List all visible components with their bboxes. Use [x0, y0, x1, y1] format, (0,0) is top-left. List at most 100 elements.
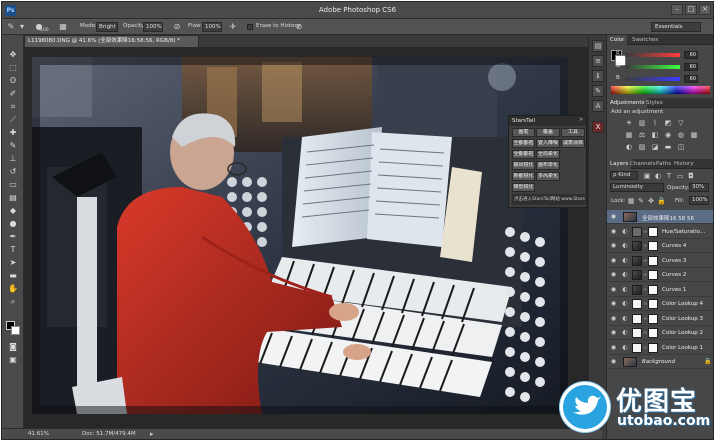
gradient-tool-icon[interactable]: ▤	[8, 193, 18, 203]
exposure-icon[interactable]: ◩	[664, 119, 672, 127]
quick-mask-icon[interactable]: ◙	[8, 342, 18, 352]
hand-tool-icon[interactable]: ✋	[8, 284, 18, 294]
plugin-collapse-button[interactable]: »	[579, 116, 583, 123]
layer-mask-thumbnail[interactable]	[648, 270, 658, 280]
color-balance-icon[interactable]: ⚖	[638, 131, 646, 139]
layer-row[interactable]: ◉ 全部效果降16 58 56	[607, 210, 713, 224]
layer-mask-thumbnail[interactable]	[648, 226, 658, 237]
flow-input[interactable]: 100%	[202, 22, 222, 32]
layer-link-chain-icon[interactable]: ∞	[643, 228, 647, 236]
plugin-button-2-1[interactable]: 全都都拓	[512, 150, 535, 159]
info-panel-icon[interactable]: ℹ	[592, 70, 604, 82]
layer-visibility-eye-icon[interactable]: ◉	[610, 257, 617, 264]
layer-thumbnail[interactable]	[632, 342, 642, 353]
lock-transparent-icon[interactable]: ▦	[627, 197, 635, 205]
layer-row[interactable]: ◉ Background 🔒	[607, 355, 713, 369]
layer-visibility-eye-icon[interactable]: ◉	[610, 300, 617, 307]
type-tool-icon[interactable]: T	[8, 245, 18, 255]
layer-visibility-eye-icon[interactable]: ◉	[610, 344, 617, 351]
posterize-icon[interactable]: ▨	[638, 143, 646, 151]
layer-visibility-eye-icon[interactable]: ◉	[610, 228, 617, 235]
black-white-icon[interactable]: ◧	[651, 131, 659, 139]
hue-saturation-icon[interactable]: ▦	[625, 131, 633, 139]
filter-adjustment-icon[interactable]: ◐	[654, 172, 662, 180]
plugin-button-4-1[interactable]: 新都锐化	[512, 172, 535, 181]
brightness-contrast-icon[interactable]: ☀	[625, 119, 633, 127]
lock-position-icon[interactable]: ✥	[647, 197, 655, 205]
path-selection-tool-icon[interactable]: ➤	[8, 258, 18, 268]
properties-panel-icon[interactable]: ≡	[592, 55, 604, 67]
layer-thumbnail[interactable]	[632, 241, 642, 251]
plugin-button-3-2[interactable]: 画布单化	[536, 161, 560, 170]
maximize-button[interactable]: □	[685, 4, 697, 15]
vibrance-icon[interactable]: ▽	[677, 119, 685, 127]
layer-mask-thumbnail[interactable]	[648, 313, 658, 324]
fill-input[interactable]: 100%	[689, 196, 709, 205]
layer-row[interactable]: ◉ ◐ ∞ Color Lookup 3	[607, 312, 713, 326]
pressure-opacity-icon[interactable]: ⊘	[172, 22, 182, 32]
layer-visibility-eye-icon[interactable]: ◉	[610, 213, 617, 220]
layer-mask-thumbnail[interactable]	[648, 284, 658, 295]
selective-color-icon[interactable]: ◫	[677, 143, 685, 151]
move-tool-icon[interactable]: ✥	[8, 50, 18, 60]
layer-row[interactable]: ◉ ◐ ∞ Curves 1	[607, 283, 713, 297]
tab-history[interactable]: History	[671, 159, 697, 169]
layer-link-chain-icon[interactable]: ∞	[643, 315, 647, 323]
plugin-button-3-1[interactable]: 输出锐化	[512, 161, 535, 170]
layer-link-chain-icon[interactable]: ∞	[643, 242, 647, 250]
erase-to-history-checkbox[interactable]	[247, 24, 253, 30]
layer-visibility-eye-icon[interactable]: ◉	[610, 358, 617, 365]
layer-thumbnail[interactable]	[632, 255, 642, 266]
lock-image-icon[interactable]: ✎	[637, 197, 645, 205]
plugin-button-1-2[interactable]: 暨入降噪	[536, 139, 560, 148]
layer-row[interactable]: ◉ ◐ ∞ Curves 2	[607, 268, 713, 282]
threshold-icon[interactable]: ◪	[651, 143, 659, 151]
layer-visibility-eye-icon[interactable]: ◉	[610, 271, 617, 278]
dodge-tool-icon[interactable]: ●	[8, 219, 18, 229]
layer-mask-thumbnail[interactable]	[648, 342, 658, 353]
blur-tool-icon[interactable]: ◆	[8, 206, 18, 216]
tab-adjustments[interactable]: Adjustments	[607, 98, 648, 108]
plugin-button-tools[interactable]: 工具	[561, 128, 585, 137]
brush-panel-toggle-icon[interactable]: ▦	[58, 22, 68, 32]
plugin-button-1-1[interactable]: 全都都拓	[512, 139, 535, 148]
layer-link-chain-icon[interactable]: ∞	[643, 300, 647, 308]
document-tab[interactable]: L1198080.DNG @ 41.6% (全部效果降16:58:56, RGB…	[24, 35, 199, 47]
blend-mode-select[interactable]: Luminosity	[610, 183, 664, 192]
healing-brush-tool-icon[interactable]: ✚	[8, 128, 18, 138]
layer-row[interactable]: ◉ ◐ ∞ Curves 3	[607, 254, 713, 268]
filter-pixel-icon[interactable]: ▣	[643, 172, 651, 180]
workspace-select[interactable]: Essentials	[651, 22, 701, 32]
plugin-button-brush[interactable]: 画笔	[512, 128, 535, 137]
layer-thumbnail[interactable]	[632, 313, 642, 324]
background-color-swatch[interactable]	[11, 326, 20, 335]
layer-row[interactable]: ◉ ◐ ∞ Curves 4	[607, 239, 713, 253]
opacity-input[interactable]: 100%	[143, 22, 163, 32]
layer-link-chain-icon[interactable]: ∞	[643, 257, 647, 265]
character-panel-icon[interactable]: A	[592, 100, 604, 112]
airbrush-icon[interactable]: ✈	[228, 22, 238, 32]
gradient-map-icon[interactable]: ▬	[664, 143, 672, 151]
canvas-area[interactable]	[24, 47, 602, 428]
filter-shape-icon[interactable]: ▭	[676, 172, 684, 180]
filter-type-icon[interactable]: T	[665, 172, 673, 180]
layer-row[interactable]: ◉ ◐ ∞ Color Lookup 2	[607, 326, 713, 340]
lasso-tool-icon[interactable]: ʘ	[8, 76, 18, 86]
lock-all-icon[interactable]: 🔒	[657, 197, 666, 205]
tab-color[interactable]: Color	[607, 35, 628, 45]
marquee-tool-icon[interactable]: ⬚	[8, 63, 18, 73]
layer-visibility-eye-icon[interactable]: ◉	[610, 286, 617, 293]
color-spectrum-bar[interactable]	[611, 86, 710, 94]
layer-row[interactable]: ◉ ◐ ∞ Color Lookup 4	[607, 297, 713, 311]
tab-styles[interactable]: Styles	[643, 98, 666, 108]
levels-icon[interactable]: ▥	[638, 119, 646, 127]
layer-mask-thumbnail[interactable]	[648, 299, 658, 309]
layer-mask-thumbnail[interactable]	[648, 328, 658, 338]
history-panel-icon[interactable]: ▤	[592, 40, 604, 52]
plugin-button-1-3[interactable]: 减表涂抹	[561, 139, 585, 148]
plugin-button-2-2[interactable]: 全局柔化	[536, 150, 560, 159]
layer-visibility-eye-icon[interactable]: ◉	[610, 329, 617, 336]
filter-smart-object-icon[interactable]: ◘	[687, 172, 695, 180]
layer-mask-thumbnail[interactable]	[648, 241, 658, 251]
clone-stamp-tool-icon[interactable]: ⊥	[8, 154, 18, 164]
